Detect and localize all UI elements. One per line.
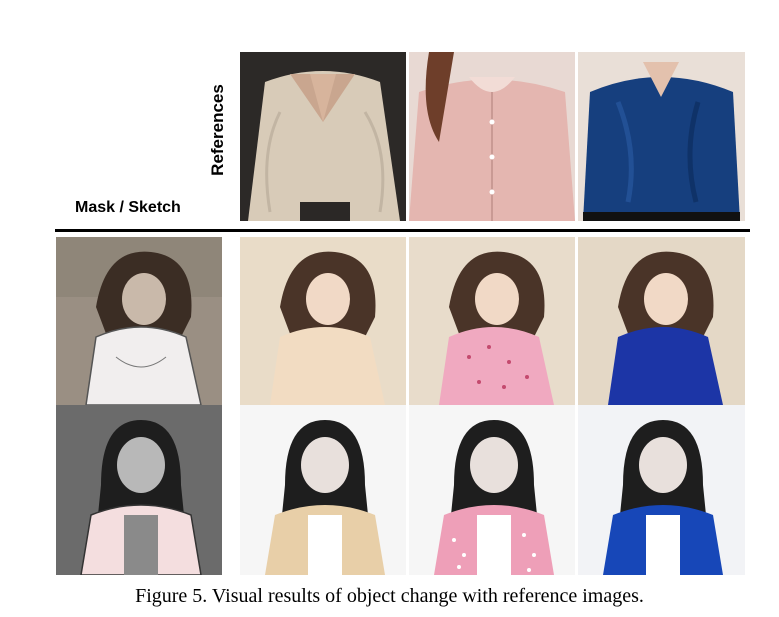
reference-image-pink-blouse [409,52,575,221]
result-row1-pink-blouse [409,237,575,405]
reference-image-navy-shirt [578,52,745,221]
result-row2-sweater [240,405,406,575]
figure-caption: Figure 5. Visual results of object chang… [135,585,644,607]
mask-sketch-input-1 [56,237,222,405]
result-row1-sweater [240,237,406,405]
divider-rule [55,229,750,232]
mask-sketch-input-2 [56,405,222,575]
reference-image-sweater [240,52,406,221]
references-label: References [208,84,227,176]
mask-sketch-label: Mask / Sketch [75,199,181,216]
result-row2-pink-blouse [409,405,575,575]
result-row1-navy-shirt [578,237,745,405]
result-row2-navy-shirt [578,405,745,575]
